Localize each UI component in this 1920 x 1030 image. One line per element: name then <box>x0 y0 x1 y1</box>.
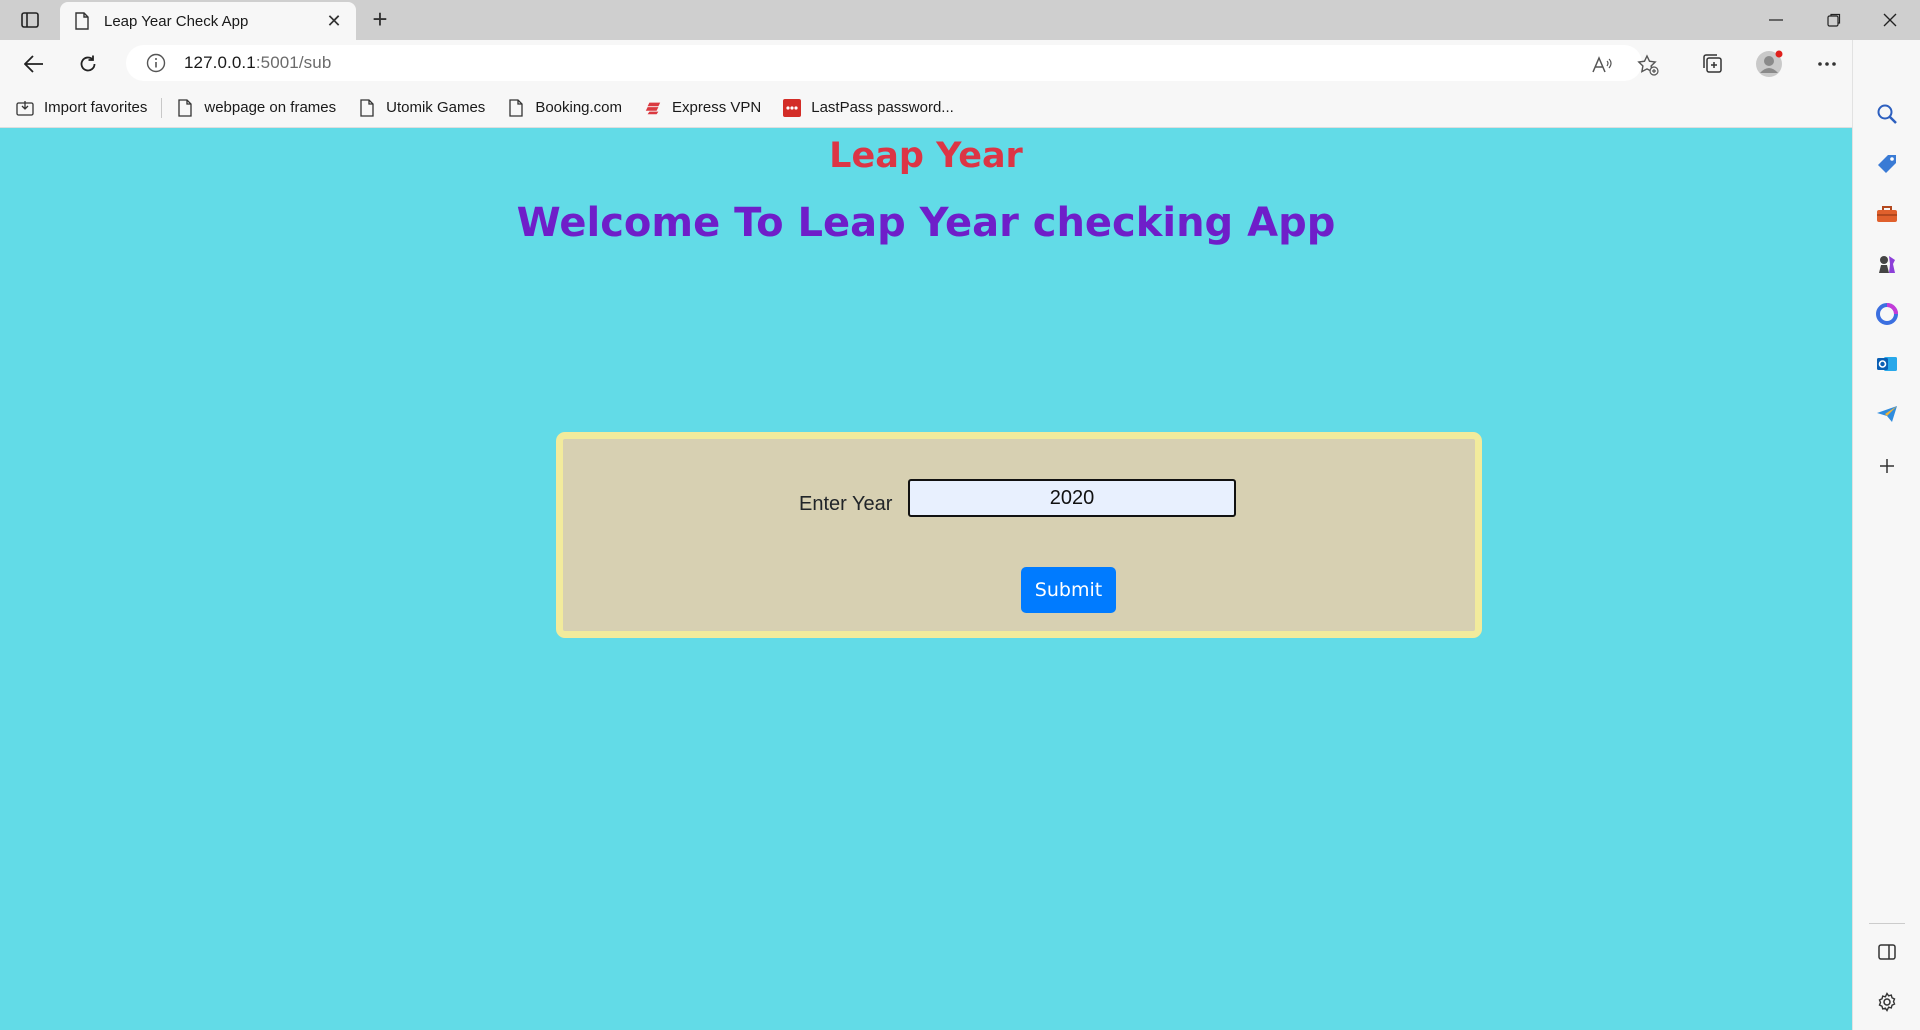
restore-button[interactable] <box>1806 0 1862 40</box>
hide-sidebar-icon[interactable] <box>1873 938 1901 966</box>
refresh-button[interactable] <box>70 48 106 80</box>
import-icon <box>16 99 34 117</box>
favorites-divider <box>161 97 163 118</box>
page-icon <box>358 98 376 117</box>
close-window-button[interactable] <box>1862 0 1918 40</box>
settings-gear-icon[interactable] <box>1873 988 1901 1016</box>
address-toolbar: 127.0.0.1:5001/sub <box>0 40 1920 88</box>
year-label: Enter Year <box>799 493 893 515</box>
new-tab-button[interactable]: + <box>366 6 394 33</box>
more-menu-icon[interactable] <box>1812 49 1842 79</box>
outlook-icon[interactable] <box>1873 350 1901 378</box>
back-button[interactable] <box>16 48 52 80</box>
year-input[interactable] <box>908 479 1236 517</box>
profile-avatar[interactable] <box>1754 49 1784 79</box>
collections-icon[interactable] <box>1698 49 1728 79</box>
favorite-import[interactable]: Import favorites <box>16 99 147 117</box>
welcome-heading: Welcome To Leap Year checking App <box>516 200 1336 246</box>
favorite-label: Booking.com <box>535 99 623 116</box>
tools-briefcase-icon[interactable] <box>1873 200 1901 228</box>
address-bar[interactable]: 127.0.0.1:5001/sub <box>126 45 1642 81</box>
url-host: 127.0.0.1 <box>184 53 256 72</box>
url-text: 127.0.0.1:5001/sub <box>184 53 331 73</box>
year-form: Enter Year Submit <box>556 432 1482 638</box>
search-icon[interactable] <box>1873 100 1901 128</box>
sidebar-divider <box>1869 923 1905 924</box>
favorite-label: Express VPN <box>672 99 762 116</box>
page-icon <box>507 98 525 117</box>
page-title: Leap Year <box>829 136 1023 176</box>
page-icon <box>75 12 89 30</box>
read-aloud-icon[interactable] <box>1590 54 1614 76</box>
favorite-utomik-games[interactable]: Utomik Games <box>358 98 486 117</box>
favorite-label: Utomik Games <box>386 99 486 116</box>
office-icon[interactable] <box>1873 300 1901 328</box>
tab-close-icon[interactable]: ✕ <box>322 11 346 32</box>
tab-title: Leap Year Check App <box>104 12 249 30</box>
minimize-button[interactable] <box>1748 0 1804 40</box>
url-path: :5001/sub <box>255 53 332 72</box>
favorite-label: Import favorites <box>44 99 148 116</box>
favorite-express-vpn[interactable]: Express VPN <box>644 99 761 117</box>
add-sidebar-icon[interactable] <box>1873 452 1901 480</box>
favorite-booking[interactable]: Booking.com <box>507 98 623 117</box>
games-chess-icon[interactable] <box>1873 250 1901 278</box>
favorite-lastpass[interactable]: LastPass password... <box>783 98 954 117</box>
lastpass-icon <box>783 98 802 117</box>
favorite-webpage-on-frames[interactable]: webpage on frames <box>176 98 337 117</box>
browser-tab[interactable]: Leap Year Check App ✕ <box>60 2 356 40</box>
send-telegram-icon[interactable] <box>1873 400 1901 428</box>
tab-strip: Leap Year Check App ✕ + <box>0 0 1920 40</box>
tab-actions-icon[interactable] <box>14 8 46 32</box>
add-favorite-icon[interactable] <box>1636 54 1660 76</box>
edge-sidebar <box>1852 40 1920 1030</box>
expressvpn-icon <box>644 99 662 117</box>
shopping-tag-icon[interactable] <box>1873 150 1901 178</box>
favorites-bar: Import favorites webpage on frames Utomi… <box>0 88 1852 128</box>
favorite-label: webpage on frames <box>204 99 337 116</box>
site-info-icon[interactable] <box>146 53 166 73</box>
page-icon <box>176 98 194 117</box>
submit-button[interactable]: Submit <box>1021 567 1116 613</box>
favorite-label: LastPass password... <box>811 99 954 116</box>
page-content: Leap Year Welcome To Leap Year checking … <box>0 128 1852 1030</box>
